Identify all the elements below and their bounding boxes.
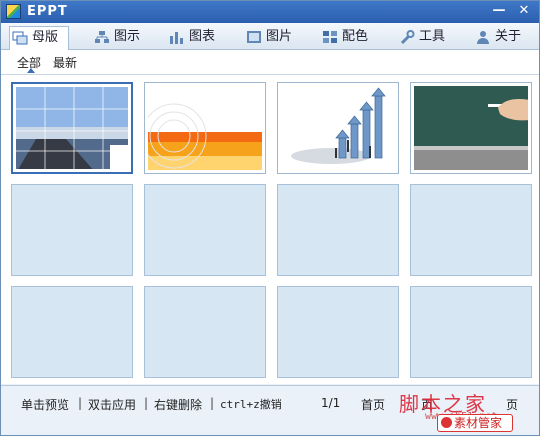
close-button[interactable]: ✕ [514,3,534,20]
separator: | [144,396,149,410]
window-title: EPPT [27,4,68,19]
tab-picture[interactable]: 图片 [244,26,292,50]
template-tile-empty[interactable] [277,184,399,276]
template-thumbnail-road [16,87,128,169]
palette-icon [323,31,337,43]
template-thumbnail-chalkboard [414,86,528,170]
tab-label: 图示 [114,29,141,44]
tab-label: 配色 [342,29,369,44]
title-bar: EPPT — ✕ [1,1,539,23]
source-badge: 素材管家 [437,414,513,432]
picture-icon [247,31,261,43]
badge-label: 素材管家 [454,416,503,430]
template-tile-empty[interactable] [11,286,133,378]
template-tile[interactable] [277,82,399,174]
tab-label: 工具 [419,29,446,44]
tab-label: 母版 [32,30,59,45]
separator: | [210,396,215,410]
tab-tools[interactable]: 工具 [397,26,445,50]
main-toolbar: 母版 图示 图表 图片 配色 工具 关于 [1,23,539,51]
template-tile-empty[interactable] [11,184,133,276]
tab-label: 图片 [266,29,293,44]
template-grid [1,74,539,384]
minimize-button[interactable]: — [489,3,509,20]
app-window: EPPT — ✕ 母版 图示 图表 图片 配色 工具 关于 全部 最新 单击预览… [0,0,540,436]
template-tile-empty[interactable] [277,286,399,378]
diagram-icon [95,31,109,43]
hint-undo: ctrl+z撤销 [220,398,282,411]
template-thumbnail-arrows [281,86,395,170]
tab-chart[interactable]: 图表 [167,26,215,50]
last-page-link[interactable]: 页 [506,396,518,413]
tab-template[interactable]: 母版 [9,26,70,51]
template-thumbnail-orange [148,86,262,170]
template-icon [12,31,28,45]
template-tile-empty[interactable] [410,184,532,276]
tab-label: 图表 [189,29,216,44]
template-tile[interactable] [144,82,266,174]
filter-bar: 全部 最新 [1,50,539,74]
app-logo-icon [6,4,21,19]
tab-label: 关于 [495,29,522,44]
tab-about[interactable]: 关于 [473,26,521,50]
hint-preview: 单击预览 [21,398,70,412]
filter-recent[interactable]: 最新 [53,54,77,71]
first-page-link[interactable]: 首页 [361,396,385,413]
tab-palette[interactable]: 配色 [320,26,368,50]
wrench-icon [400,30,415,44]
template-tile-empty[interactable] [410,286,532,378]
template-tile[interactable] [11,82,133,174]
hint-apply: 双击应用 [88,398,137,412]
hint-delete: 右键删除 [154,398,203,412]
page-indicator: 1/1 [321,396,341,410]
tab-diagram[interactable]: 图示 [92,26,140,50]
badge-icon [441,417,452,428]
status-bar: 单击预览 | 双击应用 | 右键删除 | ctrl+z撤销 1/1 首页 页 页… [1,385,539,435]
template-tile-empty[interactable] [144,184,266,276]
separator: | [78,396,83,410]
bar-chart-icon [170,32,183,44]
filter-selected-indicator [27,68,35,73]
template-tile[interactable] [410,82,532,174]
template-tile-empty[interactable] [144,286,266,378]
person-icon [477,31,489,44]
